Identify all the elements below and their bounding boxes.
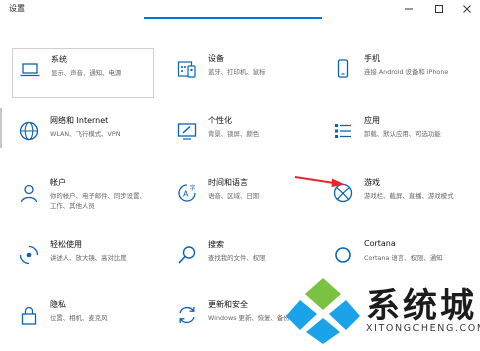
tile-description: 卸载、默认应用、可选功能	[364, 130, 441, 138]
maximize-button[interactable]	[428, 1, 450, 17]
tile-title: 应用	[364, 116, 380, 125]
cortana-icon	[332, 244, 354, 266]
tile-title: 轻松使用	[50, 240, 82, 249]
tile-system[interactable]: 系统 显示、声音、通知、电源	[12, 48, 154, 98]
tile-description: 讲述人、放大镜、高对比度	[50, 254, 127, 262]
tile-description: 语音、区域、日期	[208, 192, 260, 200]
minimize-button[interactable]	[398, 1, 420, 17]
tile-title: 搜索	[208, 240, 224, 249]
minimize-icon	[405, 8, 413, 10]
keyboard-devices-icon	[176, 58, 198, 80]
scroll-edge	[0, 108, 2, 148]
tile-ease-of-access[interactable]: 轻松使用 讲述人、放大镜、高对比度	[12, 234, 154, 284]
tile-description: Windows 更新、恢复、备份	[208, 314, 290, 322]
tile-description: 蓝牙、打印机、鼠标	[208, 68, 266, 76]
tile-description: 背景、锁屏、颜色	[208, 130, 260, 138]
tile-title: 手机	[364, 54, 380, 63]
time-language-icon: A字	[176, 182, 198, 204]
globe-icon	[18, 120, 40, 142]
tile-title: 隐私	[50, 300, 66, 309]
tile-time-language[interactable]: A字 时间和语言 语音、区域、日期	[170, 172, 312, 222]
tile-title: 帐户	[50, 178, 66, 187]
tile-personalization[interactable]: 个性化 背景、锁屏、颜色	[170, 110, 312, 160]
ease-of-access-icon	[18, 244, 40, 266]
apps-list-icon	[332, 120, 354, 142]
watermark-name: 系统城	[366, 286, 477, 326]
tile-devices[interactable]: 设备 蓝牙、打印机、鼠标	[170, 48, 312, 98]
tile-description: 位置、相机、麦克风	[50, 314, 108, 322]
tile-privacy[interactable]: 隐私 位置、相机、麦克风	[12, 294, 154, 344]
maximize-icon	[435, 5, 443, 13]
tile-gaming[interactable]: 游戏 游戏栏、截屏、直播、游戏模式	[326, 172, 468, 222]
svg-text:字: 字	[190, 184, 196, 192]
personalization-icon	[176, 120, 198, 142]
tile-description: WLAN、飞行模式、VPN	[50, 130, 121, 138]
watermark: 系统城 XITONGCHENG.COM	[286, 272, 480, 351]
tile-description: 连接 Android 设备和 iPhone	[364, 68, 449, 76]
tile-title: 个性化	[208, 116, 232, 125]
red-arrow-icon	[294, 176, 345, 187]
update-sync-icon	[176, 304, 198, 326]
tile-title: 时间和语言	[208, 178, 248, 187]
search-icon	[176, 244, 198, 266]
tile-title: 更新和安全	[208, 300, 248, 309]
tile-accounts[interactable]: 帐户 你的帐户、电子邮件、同步设置、工作、其他人员	[12, 172, 154, 222]
lock-icon	[18, 304, 40, 326]
tile-phone[interactable]: 手机 连接 Android 设备和 iPhone	[326, 48, 468, 98]
tile-title: Cortana	[364, 239, 396, 248]
tile-description: 游戏栏、截屏、直播、游戏模式	[364, 192, 454, 200]
svg-text:A: A	[183, 190, 189, 199]
person-icon	[18, 182, 40, 204]
tile-title: 游戏	[364, 178, 380, 187]
tile-description: 你的帐户、电子邮件、同步设置、工作、其他人员	[50, 192, 146, 210]
tile-network[interactable]: 网络和 Internet WLAN、飞行模式、VPN	[12, 110, 154, 160]
tile-title: 系统	[51, 55, 67, 64]
tile-description: 显示、声音、通知、电源	[51, 69, 122, 77]
tile-apps[interactable]: 应用 卸载、默认应用、可选功能	[326, 110, 468, 160]
close-button[interactable]	[456, 1, 478, 17]
tile-title: 设备	[208, 54, 224, 63]
laptop-icon	[19, 59, 41, 81]
search-box-underline[interactable]	[144, 17, 322, 19]
watermark-domain: XITONGCHENG.COM	[366, 323, 480, 334]
tile-description: Cortana 语言、权限、通知	[364, 254, 443, 262]
phone-icon	[332, 58, 354, 80]
tile-description: 查找我的文件、权限	[208, 254, 266, 262]
close-icon	[463, 5, 471, 13]
window-title: 设置	[9, 4, 25, 13]
xitongcheng-logo-icon	[286, 278, 360, 344]
tile-title: 网络和 Internet	[50, 116, 109, 125]
